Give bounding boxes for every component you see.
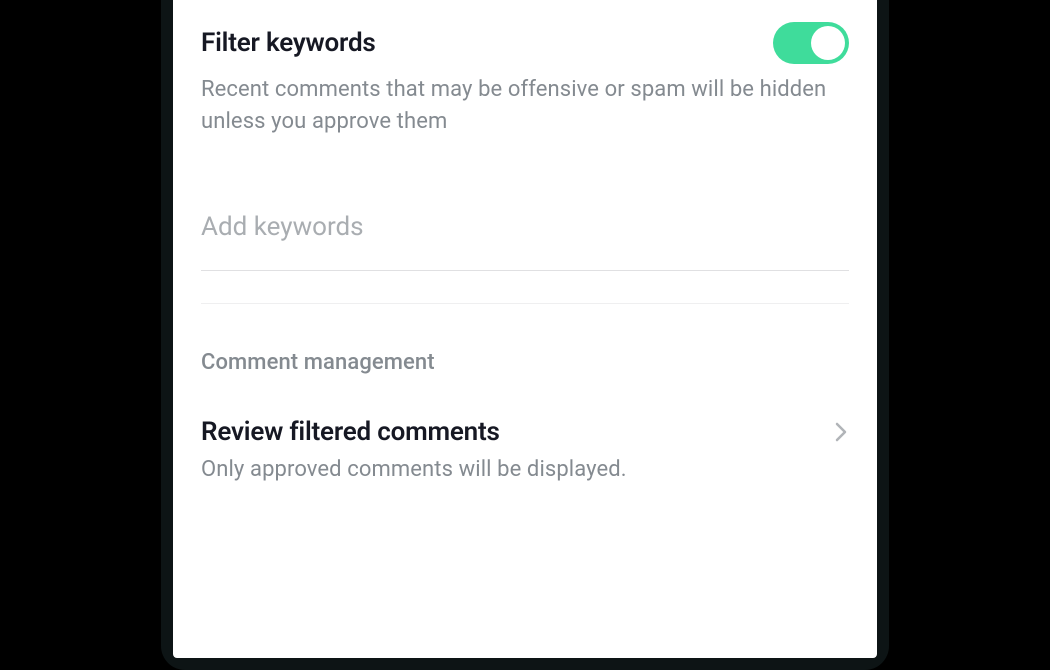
add-keywords-input[interactable]	[201, 204, 849, 271]
filter-keywords-toggle[interactable]	[773, 22, 849, 64]
filter-keywords-desc: Recent comments that may be offensive or…	[201, 64, 841, 138]
chevron-right-icon	[833, 420, 849, 444]
filter-keywords-setting: Filter keywords Recent comments that may…	[201, 0, 849, 138]
screen: unless you approve them Filter keywords …	[173, 0, 877, 658]
review-filtered-comments-desc: Only approved comments will be displayed…	[201, 447, 849, 482]
comment-management-header: Comment management	[201, 304, 849, 375]
device-frame: unless you approve them Filter keywords …	[161, 0, 889, 670]
review-filtered-comments-title: Review filtered comments	[201, 417, 500, 447]
review-filtered-comments-row[interactable]: Review filtered comments Only approved c…	[201, 375, 849, 482]
filter-keywords-title: Filter keywords	[201, 28, 376, 58]
